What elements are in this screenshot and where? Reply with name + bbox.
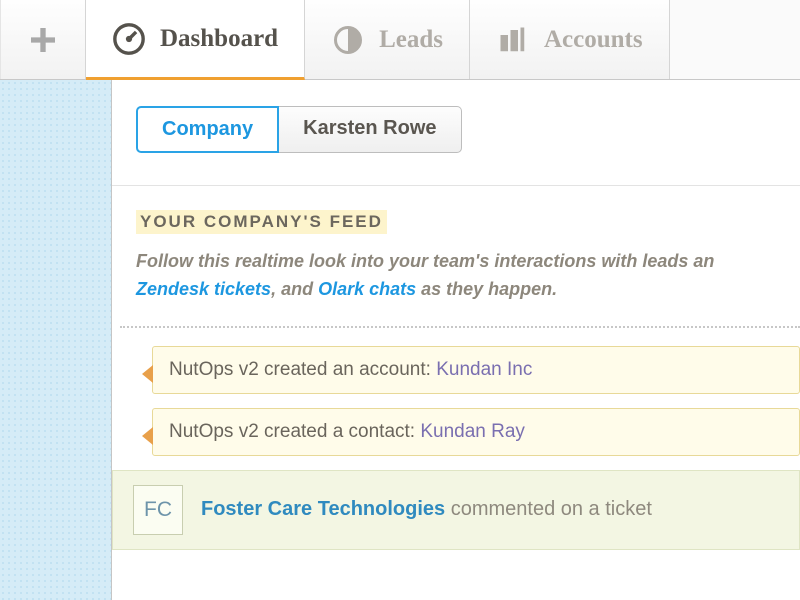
add-button[interactable] [0, 0, 86, 79]
top-nav: Dashboard Leads Accounts [0, 0, 800, 80]
feed-verb: created an account: [259, 359, 436, 380]
tab-label: Dashboard [160, 25, 278, 53]
feed-entity-link[interactable]: Kundan Ray [420, 421, 525, 442]
avatar: FC [133, 485, 183, 535]
left-gutter [0, 80, 112, 600]
bars-icon [496, 23, 530, 57]
gauge-icon [112, 22, 146, 56]
comment-text: Foster Care Technologies commented on a … [201, 498, 652, 521]
feed-actor: NutOps v2 [169, 421, 259, 442]
plus-icon [27, 24, 59, 56]
feed-desc-text: , and [271, 279, 318, 299]
subtab-company[interactable]: Company [136, 106, 279, 153]
feed-entity-link[interactable]: Kundan Inc [436, 359, 532, 380]
tab-label: Leads [379, 26, 443, 54]
tab-label: Accounts [544, 26, 643, 54]
olark-link[interactable]: Olark chats [318, 279, 416, 299]
feed-item[interactable]: NutOps v2 created a contact: Kundan Ray [152, 408, 800, 456]
contrast-circle-icon [331, 23, 365, 57]
feed-verb: created a contact: [259, 421, 421, 442]
comment-company-link[interactable]: Foster Care Technologies [201, 498, 445, 520]
main-content: Company Karsten Rowe YOUR COMPANY'S FEED… [112, 80, 800, 600]
tab-dashboard[interactable]: Dashboard [86, 0, 305, 80]
comment-row[interactable]: FC Foster Care Technologies commented on… [112, 470, 800, 550]
divider [112, 185, 800, 186]
tab-leads[interactable]: Leads [305, 0, 470, 79]
feed-items: NutOps v2 created an account: Kundan Inc… [112, 328, 800, 550]
zendesk-link[interactable]: Zendesk tickets [136, 279, 271, 299]
feed-desc-text: as they happen. [416, 279, 557, 299]
subtab-person[interactable]: Karsten Rowe [279, 106, 461, 153]
feed-description: Follow this realtime look into your team… [136, 248, 800, 304]
page-body: Company Karsten Rowe YOUR COMPANY'S FEED… [0, 80, 800, 600]
feed-item[interactable]: NutOps v2 created an account: Kundan Inc [152, 346, 800, 394]
feed-desc-text: Follow this realtime look into your team… [136, 251, 714, 271]
comment-action: commented on a ticket [445, 498, 652, 520]
feed-heading: YOUR COMPANY'S FEED [136, 210, 387, 234]
tab-accounts[interactable]: Accounts [470, 0, 670, 79]
feed-actor: NutOps v2 [169, 359, 259, 380]
sub-tabs: Company Karsten Rowe [136, 106, 800, 153]
